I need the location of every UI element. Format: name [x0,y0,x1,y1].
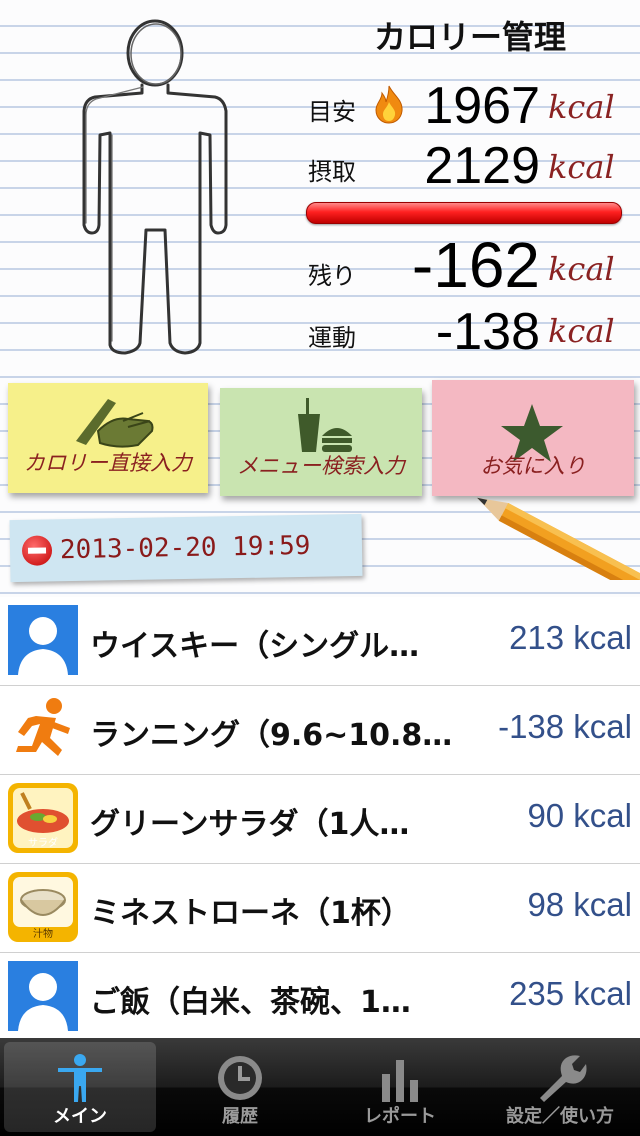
entry-kcal: -138 kcal [498,708,632,745]
body-figure-icon [82,19,228,355]
pencil-icon [477,497,640,580]
food-entry-list: ウイスキー（シングル… 213 kcal ランニング（9.6~10.8… -13… [0,597,640,1042]
intake-value: 2129 [424,137,540,195]
list-item[interactable]: ランニング（9.6~10.8… -138 kcal [0,686,640,775]
exercise-label: 運動 [308,324,356,352]
list-item[interactable]: ウイスキー（シングル… 213 kcal [0,597,640,686]
tab-main-label: メイン [53,1106,107,1127]
date-note[interactable]: 2013-02-20 19:59 [9,513,363,583]
fastfood-icon [298,398,352,452]
target-unit: kcal [548,88,615,126]
intake-label: 摂取 [308,158,356,186]
entry-name: ご飯（白米、茶碗、1… [90,985,411,1020]
wrench-icon [540,1055,587,1102]
list-item[interactable]: ご飯（白米、茶碗、1… 235 kcal [0,953,640,1042]
tab-settings-label: 設定／使い方 [506,1106,614,1127]
entry-kcal: 98 kcal [527,886,632,923]
soup-icon-text: 汁物 [33,927,53,940]
person-silhouette-icon [8,605,78,675]
favorites-label: お気に入り [480,454,586,478]
entry-kcal: 90 kcal [527,797,632,834]
exercise-unit: kcal [548,312,615,350]
tab-report[interactable]: レポート [324,1042,476,1132]
date-text: 2013-02-20 19:59 [59,530,311,566]
entry-name: ウイスキー（シングル… [90,629,420,664]
page-title: カロリー管理 [373,18,566,56]
tab-main[interactable]: メイン [4,1042,156,1132]
salad-icon: サラダ [8,783,78,853]
tab-history-label: 履歴 [222,1106,258,1127]
person-silhouette-icon [8,961,78,1031]
tab-report-label: レポート [364,1106,436,1127]
remaining-value: -162 [411,229,540,301]
menu-search-label: メニュー検索入力 [237,454,405,478]
tab-bar: メイン 履歴 レポート 設定／使い方 [0,1038,640,1136]
soup-icon: 汁物 [8,872,78,942]
list-item[interactable]: サラダ グリーンサラダ（1人… 90 kcal [0,775,640,864]
menu-search-button[interactable]: メニュー検索入力 [220,388,422,496]
salad-icon-text: サラダ [28,836,58,849]
tab-history[interactable]: 履歴 [164,1042,316,1132]
runner-icon [16,698,70,756]
remaining-label: 残り [308,262,356,290]
exercise-value: -138 [435,303,540,361]
favorites-button[interactable]: お気に入り [432,380,634,496]
no-entry-icon [21,535,53,566]
person-icon [58,1054,102,1102]
entry-name: グリーンサラダ（1人… [90,807,410,842]
intake-unit: kcal [548,148,615,186]
bar-chart-icon [382,1060,418,1102]
remaining-unit: kcal [548,250,615,288]
entry-kcal: 213 kcal [509,619,632,656]
target-value: 1967 [424,77,540,135]
direct-input-button[interactable]: カロリー直接入力 [8,383,208,493]
direct-input-label: カロリー直接入力 [24,451,192,475]
list-item[interactable]: 汁物 ミネストローネ（1杯） 98 kcal [0,864,640,953]
calorie-progress-bar [306,202,622,224]
entry-kcal: 235 kcal [509,975,632,1012]
writing-hand-icon [76,399,154,448]
tab-settings[interactable]: 設定／使い方 [484,1042,636,1132]
entry-name: ランニング（9.6~10.8… [90,718,453,753]
clock-icon [218,1056,262,1100]
entry-name: ミネストローネ（1杯） [90,896,411,931]
flame-icon [375,85,403,124]
target-label: 目安 [308,98,356,126]
